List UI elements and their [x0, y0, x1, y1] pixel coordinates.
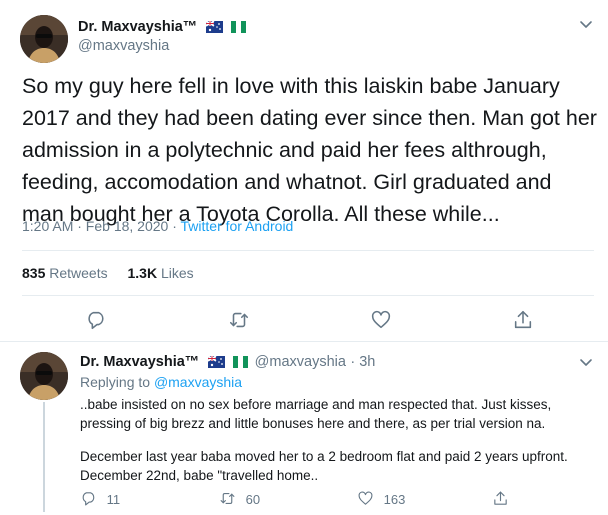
timestamp[interactable]: 1:20 AM · Feb 18, 2020 · — [22, 218, 181, 234]
share-icon[interactable] — [492, 490, 509, 507]
like-count: 163 — [383, 492, 406, 507]
retweet-count: 60 — [245, 492, 261, 507]
australia-flag-icon — [207, 355, 225, 373]
divider — [22, 295, 594, 296]
reply-action-bar: 11 60 163 — [80, 490, 590, 510]
tweet-text: So my guy here fell in love with this la… — [22, 74, 597, 226]
replying-to-handle[interactable]: @maxvayshia — [154, 374, 242, 390]
replying-to: Replying to @maxvayshia — [80, 374, 242, 390]
likes-stat[interactable]: 1.3K Likes — [128, 265, 194, 281]
author-name[interactable]: Dr. Maxvayshia™ — [78, 19, 197, 35]
australia-flag-icon — [205, 20, 223, 38]
source-link[interactable]: Twitter for Android — [181, 218, 294, 234]
reply-count: 11 — [106, 492, 121, 507]
comment-icon[interactable] — [85, 309, 107, 331]
likes-label: Likes — [160, 265, 194, 281]
retweets-stat[interactable]: 835 Retweets — [22, 265, 108, 281]
divider — [22, 250, 594, 251]
reply-author-row: Dr. Maxvayshia™ @maxvayshia · 3h — [80, 353, 375, 373]
chevron-down-icon[interactable] — [578, 16, 594, 32]
likes-count: 1.3K — [127, 265, 158, 281]
share-icon[interactable] — [512, 309, 534, 331]
engagement-stats: 835 Retweets 1.3K Likes — [22, 265, 194, 281]
retweet-icon[interactable] — [228, 309, 250, 331]
tweet-metadata: 1:20 AM · Feb 18, 2020 · Twitter for And… — [22, 218, 293, 234]
replying-to-label: Replying to — [80, 374, 154, 390]
author-handle[interactable]: @maxvayshia — [78, 38, 169, 54]
reply-author-handle[interactable]: @maxvayshia — [255, 354, 346, 370]
divider — [0, 341, 608, 342]
comment-icon[interactable]: 11 — [80, 490, 120, 507]
avatar[interactable] — [20, 352, 68, 400]
thread-line — [43, 402, 45, 512]
heart-icon[interactable] — [370, 309, 392, 331]
reply-author-name[interactable]: Dr. Maxvayshia™ — [80, 354, 199, 370]
nigeria-flag-icon — [233, 355, 249, 373]
nigeria-flag-icon — [231, 20, 247, 38]
avatar[interactable] — [20, 15, 68, 63]
main-author-row: Dr. Maxvayshia™ — [78, 18, 247, 38]
chevron-down-icon[interactable] — [578, 354, 594, 370]
reply-age[interactable]: · 3h — [350, 354, 375, 370]
reply-text-paragraph-1: ..babe insisted on no sex before marriag… — [80, 397, 552, 431]
retweet-icon[interactable]: 60 — [219, 490, 260, 507]
retweets-count: 835 — [22, 265, 46, 281]
heart-icon[interactable]: 163 — [357, 490, 405, 507]
retweets-label: Retweets — [49, 265, 108, 281]
reply-text-paragraph-2: December last year baba moved her to a 2… — [80, 449, 568, 483]
